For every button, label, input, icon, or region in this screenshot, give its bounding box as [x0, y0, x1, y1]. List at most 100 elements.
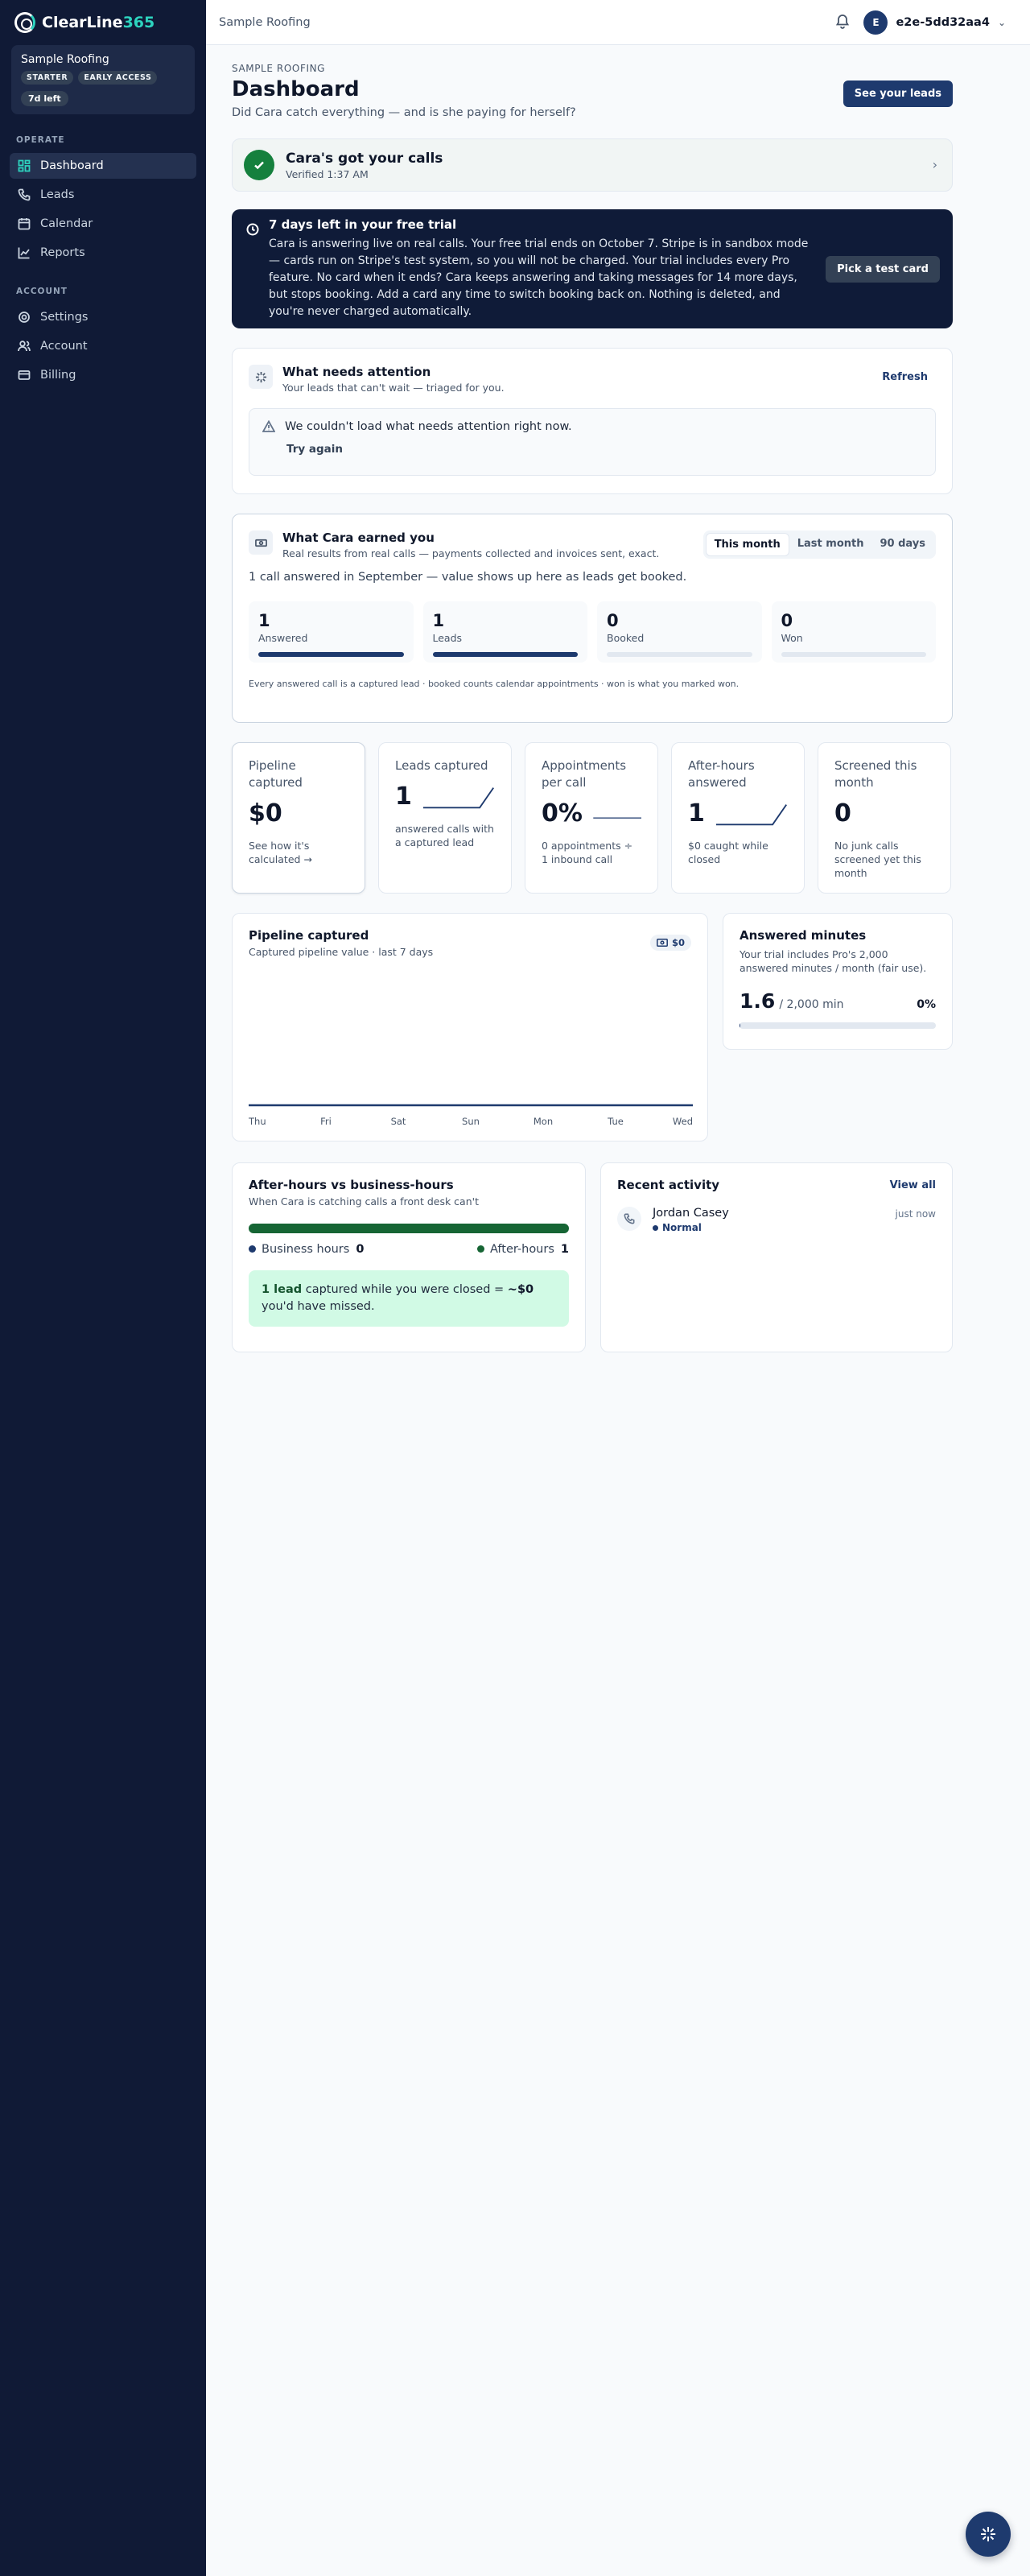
kpi-calc-link[interactable]: See how it's calculated → — [249, 839, 348, 866]
user-menu[interactable]: E e2e-5dd32aa4 ⌄ — [863, 10, 1006, 35]
pick-test-card-button[interactable]: Pick a test card — [826, 255, 940, 283]
chevron-down-icon: ⌄ — [997, 16, 1006, 28]
after-hours-segment — [249, 1224, 569, 1233]
brand[interactable]: ClearLine365 — [0, 0, 206, 45]
sidebar-item-reports[interactable]: Reports — [10, 240, 196, 266]
kpi-value: $0 — [249, 799, 282, 828]
sidebar-item-label: Settings — [40, 311, 89, 324]
sidebar-item-billing[interactable]: Billing — [10, 362, 196, 388]
cash-icon — [657, 939, 668, 947]
sparkle-icon — [249, 365, 273, 389]
kpi-screened[interactable]: Screened this month 0 No junk calls scre… — [818, 742, 951, 894]
verified-time: Verified 1:37 AM — [286, 167, 369, 180]
page-title: Dashboard — [232, 77, 360, 101]
chevron-right-icon: › — [932, 157, 937, 172]
assistant-button[interactable] — [966, 2512, 1011, 2557]
verified-title: Cara's got your calls — [286, 150, 443, 167]
minutes-subtitle: Your trial includes Pro's 2,000 answered… — [740, 948, 927, 974]
phone-icon — [617, 1207, 641, 1231]
pipeline-total-chip: $0 — [649, 935, 691, 951]
sparkline — [593, 816, 641, 819]
clock-icon — [246, 223, 259, 239]
x-tick-label: Fri — [320, 1116, 332, 1127]
tile-booked: 0 Booked — [597, 601, 762, 663]
x-tick-label: Tue — [607, 1116, 624, 1127]
trial-days-badge: 7d left — [21, 91, 68, 106]
cash-icon — [249, 530, 273, 555]
pipeline-subtitle: Captured pipeline value · last 7 days — [249, 946, 434, 958]
check-icon — [244, 150, 274, 180]
sidebar-item-label: Calendar — [40, 217, 93, 230]
kpi-value: 0% — [542, 799, 583, 828]
nav-section-operate: OPERATE — [16, 135, 65, 145]
recent-activity-card: Recent activity View all Jordan Casey No… — [600, 1162, 953, 1352]
sidebar-item-label: Dashboard — [40, 159, 104, 172]
try-again-button[interactable]: Try again — [286, 443, 343, 456]
after-hours-title: After-hours vs business-hours — [249, 1178, 454, 1192]
kpi-pipeline[interactable]: Pipeline captured $0 See how it's calcul… — [232, 742, 365, 894]
breadcrumb[interactable]: Sample Roofing — [219, 16, 311, 29]
avatar: E — [863, 10, 888, 35]
early-access-badge: EARLY ACCESS — [78, 71, 158, 85]
sidebar-item-calendar[interactable]: Calendar — [10, 211, 196, 237]
kpi-value: 1 — [395, 782, 412, 811]
tile-leads: 1 Leads — [422, 601, 587, 663]
verified-banner[interactable]: Cara's got your calls Verified 1:37 AM › — [232, 138, 953, 192]
kpi-appointments[interactable]: Appointments per call 0% 0 appointments … — [525, 742, 658, 894]
x-tick-label: Mon — [534, 1116, 553, 1127]
sidebar-item-settings[interactable]: Settings — [10, 304, 196, 330]
nav-section-account: ACCOUNT — [16, 287, 68, 296]
range-this-month[interactable]: This month — [705, 533, 789, 556]
trial-banner: 7 days left in your free trial Cara is a… — [232, 209, 953, 328]
bell-icon — [836, 14, 850, 29]
sidebar-item-leads[interactable]: Leads — [10, 182, 196, 208]
sidebar: ClearLine365 Sample Roofing STARTER EARL… — [0, 0, 206, 2576]
x-tick-label: Sun — [462, 1116, 480, 1127]
see-leads-button[interactable]: See your leads — [843, 80, 953, 107]
sidebar-item-account[interactable]: Account — [10, 333, 196, 359]
range-90-days[interactable]: 90 days — [871, 533, 933, 556]
legend-after-hours: After-hours 1 — [477, 1243, 569, 1256]
range-last-month[interactable]: Last month — [789, 533, 872, 556]
sidebar-item-label: Billing — [40, 369, 76, 382]
tile-answered: 1 Answered — [249, 601, 414, 663]
earned-title: What Cara earned you — [282, 530, 435, 545]
sparkline — [715, 803, 787, 825]
user-name: e2e-5dd32aa4 — [896, 15, 990, 29]
activity-title: Recent activity — [617, 1178, 720, 1192]
topbar: Sample Roofing E e2e-5dd32aa4 ⌄ — [206, 0, 1030, 45]
refresh-button[interactable]: Refresh — [882, 371, 928, 383]
sparkle-icon — [981, 2527, 995, 2541]
tile-progress — [258, 652, 404, 657]
minutes-total: / 2,000 min — [779, 998, 844, 1011]
kpi-row: Pipeline captured $0 See how it's calcul… — [232, 742, 953, 894]
org-switcher[interactable]: Sample Roofing STARTER EARLY ACCESS 7d l… — [11, 45, 195, 114]
tile-won: 0 Won — [771, 601, 936, 663]
sidebar-item-dashboard[interactable]: Dashboard — [10, 153, 196, 179]
main-content: SAMPLE ROOFING Dashboard Did Cara catch … — [232, 45, 953, 1352]
list-item[interactable]: Jordan Casey Normal just now — [617, 1207, 936, 1233]
chart-line-icon — [18, 247, 30, 259]
activity-time: just now — [895, 1208, 936, 1220]
minutes-title: Answered minutes — [740, 928, 867, 943]
org-name: Sample Roofing — [21, 53, 109, 66]
range-toggle: This month Last month 90 days — [702, 530, 936, 559]
attention-card: What needs attention Your leads that can… — [232, 348, 953, 494]
plan-badge: STARTER — [21, 71, 74, 85]
kpi-leads[interactable]: Leads captured 1 answered calls with a c… — [378, 742, 512, 894]
earned-card: What Cara earned you Real results from r… — [232, 514, 953, 723]
pipeline-title: Pipeline captured — [249, 928, 369, 943]
warning-icon — [262, 420, 275, 432]
error-message: We couldn't load what needs attention ri… — [285, 420, 572, 433]
notifications-button[interactable] — [834, 13, 851, 32]
users-icon — [18, 341, 31, 352]
page-subtitle: Did Cara catch everything — and is she p… — [232, 106, 576, 119]
page-eyebrow: SAMPLE ROOFING — [232, 63, 326, 74]
view-all-link[interactable]: View all — [890, 1179, 936, 1191]
kpi-after-hours[interactable]: After-hours answered 1 $0 caught while c… — [671, 742, 805, 894]
phone-icon — [18, 188, 31, 201]
pipeline-chart-card: Pipeline captured Captured pipeline valu… — [232, 913, 708, 1141]
trial-title: 7 days left in your free trial — [269, 217, 457, 232]
kpi-value: 1 — [688, 799, 705, 828]
credit-card-icon — [18, 370, 31, 380]
